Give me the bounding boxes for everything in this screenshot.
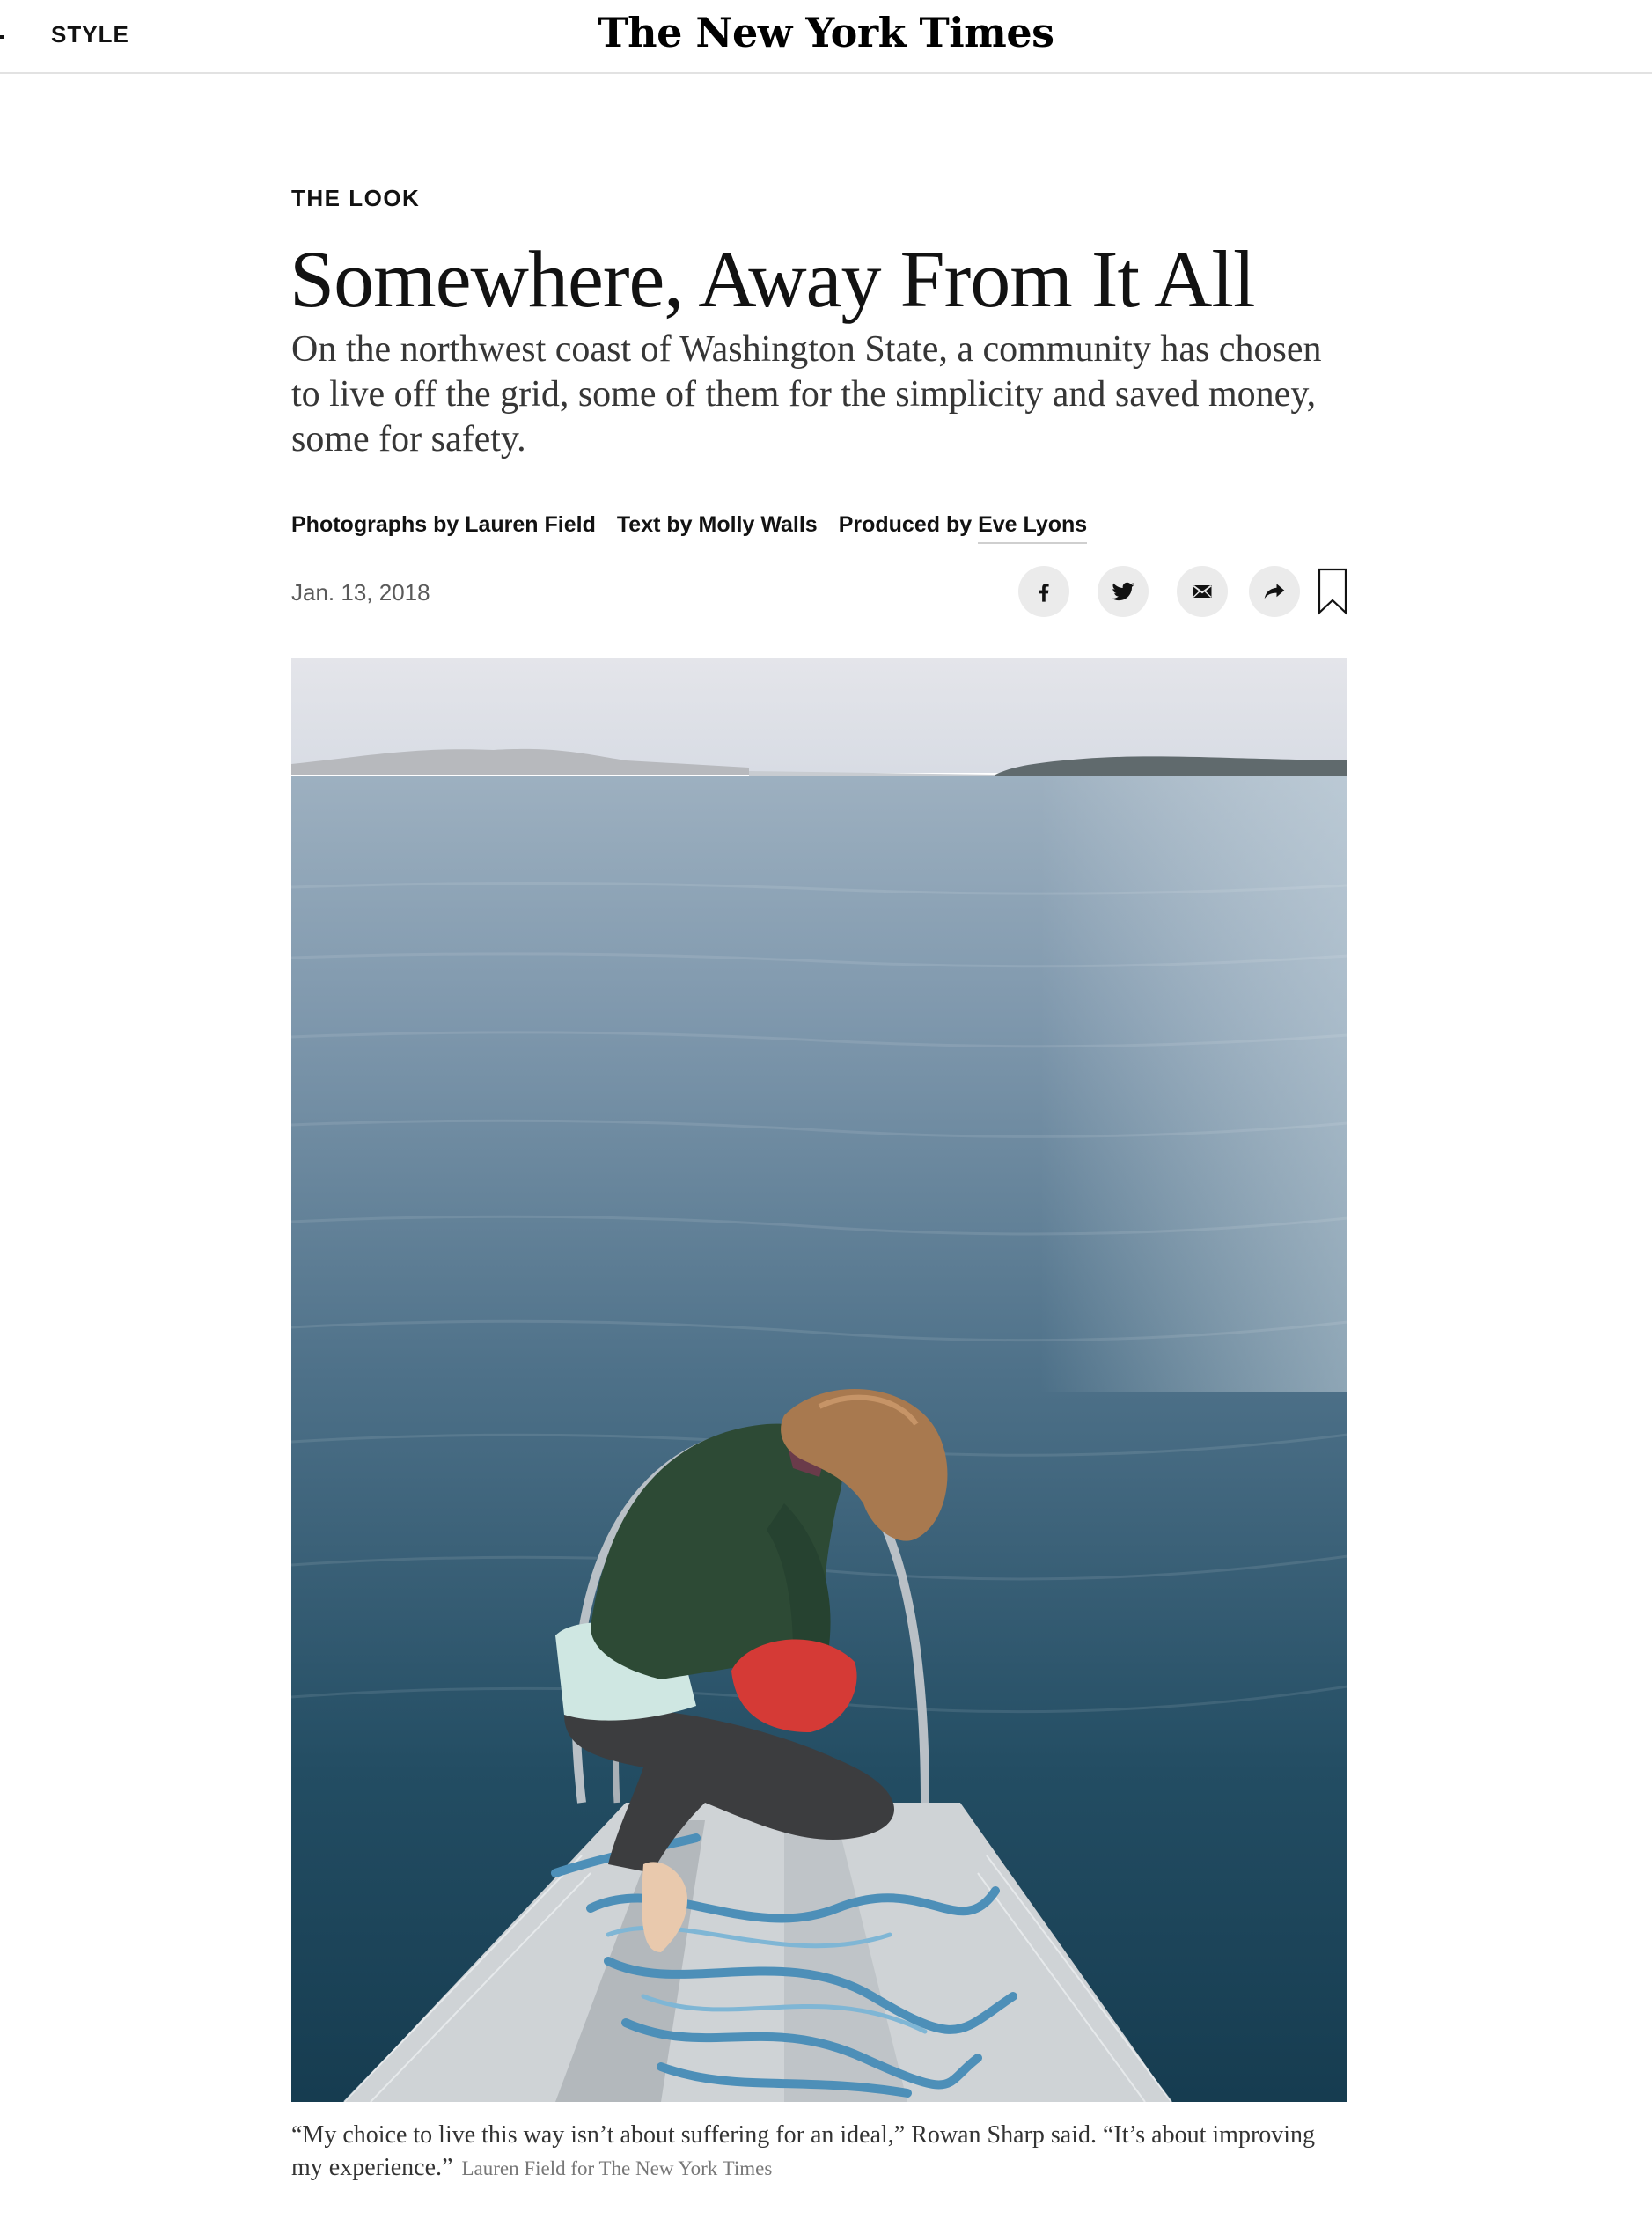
twitter-icon [1112, 582, 1134, 601]
publish-date: Jan. 13, 2018 [291, 579, 430, 606]
more-share-button[interactable] [1249, 566, 1300, 617]
facebook-share-button[interactable] [1018, 566, 1069, 617]
email-icon [1193, 584, 1212, 598]
bookmark-icon [1318, 568, 1347, 615]
photo-artwork [291, 658, 1347, 2102]
photo-caption: “My choice to live this way isn’t about … [291, 2119, 1347, 2185]
caption-text: “My choice to live this way isn’t about … [291, 2121, 1316, 2181]
photo-credit: Lauren Field for The New York Times [461, 2157, 773, 2179]
facebook-icon [1039, 584, 1049, 602]
article-kicker[interactable]: THE LOOK [291, 185, 420, 212]
article-summary: On the northwest coast of Washington Sta… [291, 329, 1322, 459]
share-arrow-icon [1264, 584, 1285, 599]
save-bookmark-button[interactable] [1318, 568, 1347, 615]
byline-producer-link[interactable]: Eve Lyons [978, 512, 1088, 544]
masthead: STYLE The New York Times [0, 0, 1652, 74]
article-headline: Somewhere, Away From It All [290, 234, 1256, 324]
nyt-logo[interactable]: The New York Times [0, 9, 1652, 56]
byline-photographs: Photographs by Lauren Field [291, 512, 596, 537]
byline-produced: Produced by Eve Lyons [838, 512, 1088, 544]
email-share-button[interactable] [1177, 566, 1228, 617]
byline-produced-prefix: Produced by [838, 512, 973, 537]
byline-text: Text by Molly Walls [616, 512, 818, 537]
lead-photo [291, 658, 1347, 2102]
byline: Photographs by Lauren Field Text by Moll… [291, 512, 1088, 544]
twitter-share-button[interactable] [1098, 566, 1149, 617]
